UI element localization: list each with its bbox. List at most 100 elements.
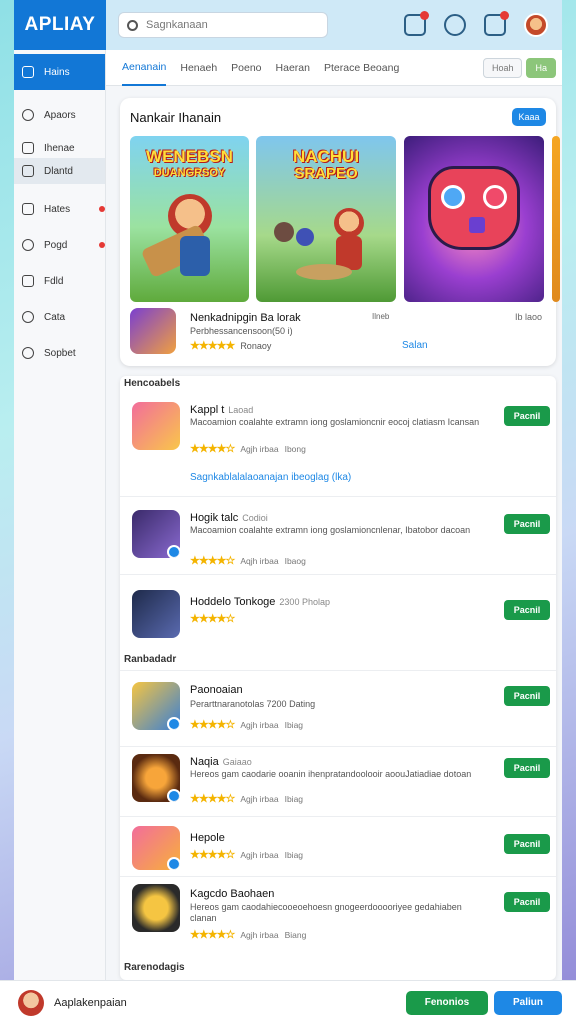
clock-icon	[22, 239, 34, 251]
featured-banner-2[interactable]: NACHUI SRAPEO	[256, 136, 396, 302]
platform-image	[296, 264, 352, 280]
featured-game-icon[interactable]	[130, 308, 176, 354]
support-icon	[22, 347, 34, 359]
app-name: Naqia Gaiaao	[190, 756, 252, 768]
tab-bar: Aenanain Henaeh Poeno Haeran Pterace Beo…	[106, 50, 562, 86]
section-heading: Ranbadadr	[124, 654, 177, 665]
sidebar-item-label: Apaors	[44, 109, 76, 121]
sidebar-item-support[interactable]: Sopbet	[14, 340, 105, 366]
sidebar-item-games[interactable]: Hates	[14, 196, 105, 222]
sidebar-item-globe[interactable]: Cata	[14, 304, 105, 330]
get-button[interactable]: Pacnil	[504, 758, 550, 778]
featured-button[interactable]: Kaaa	[512, 108, 546, 126]
get-button[interactable]: Pacnil	[504, 834, 550, 854]
get-button[interactable]: Pacnil	[504, 406, 550, 426]
help-icon[interactable]	[444, 14, 466, 36]
character-image	[274, 222, 294, 242]
app-icon	[132, 826, 180, 870]
sidebar-item-label: Hates	[44, 203, 71, 215]
app-name: Kappl t Laoad	[190, 404, 254, 416]
character-image	[296, 228, 314, 246]
more-link[interactable]: Sagnkablalalaoanajan ibeoglag (lka)	[190, 472, 351, 483]
gamepad-image	[428, 166, 520, 250]
sidebar-item-grid[interactable]: Dlantd	[14, 158, 105, 184]
app-description: Macoamion coalahte extramn iong goslamio…	[190, 525, 471, 535]
app-icon	[132, 682, 180, 730]
character-image	[334, 208, 364, 238]
sidebar-item-folder[interactable]: Fdld	[14, 268, 105, 294]
get-button[interactable]: Pacnil	[504, 514, 550, 534]
featured-game-name[interactable]: Nenkadnipgin Ba lorak	[190, 312, 301, 324]
featured-banner-4[interactable]	[552, 136, 560, 302]
app-description: Hereos gam caodahiecooeoehoesn gnogeerdo…	[190, 902, 462, 923]
app-description: Macoamion coalahte extramn iong goslamio…	[190, 417, 480, 427]
sidebar-item-list[interactable]: Ihenae	[14, 138, 105, 158]
divider	[120, 496, 556, 497]
tab-5[interactable]: Pterace Beoang	[324, 62, 399, 74]
filter-button[interactable]: Hoah	[482, 57, 523, 78]
rating-text: Ronaoy	[240, 341, 272, 351]
featured-banner-1[interactable]: WENEBSN DUANGRSOY	[130, 136, 249, 302]
avatar[interactable]	[524, 13, 548, 37]
get-button[interactable]: Pacnil	[504, 600, 550, 620]
sidebar-item-label: Cata	[44, 311, 66, 323]
app-name: Hoddelo Tonkoge 2300 Pholap	[190, 596, 330, 608]
notification-dot	[99, 206, 105, 212]
app-logo[interactable]: APLIAY	[14, 0, 106, 50]
sidebar: Hains Apaors Ihenae Dlantd Hates Pogd Fd…	[14, 50, 106, 980]
tab-2[interactable]: Henaeh	[180, 62, 217, 74]
sidebar-item-label: Hains	[44, 66, 70, 78]
divider	[120, 816, 556, 817]
tab-3[interactable]: Poeno	[231, 62, 261, 74]
footer-blue-button[interactable]: Paliun	[494, 990, 562, 1015]
sidebar-item-apps[interactable]: Apaors	[14, 102, 105, 128]
apps-icon	[22, 109, 34, 121]
verified-icon	[167, 789, 180, 802]
character-body-image	[180, 236, 210, 276]
tab-featured[interactable]: Aenanain	[122, 50, 167, 86]
divider	[120, 876, 556, 877]
featured-banner-3[interactable]	[404, 136, 544, 302]
notification-dot	[500, 11, 509, 20]
get-button[interactable]: Pacnil	[504, 686, 550, 706]
cart-icon[interactable]	[484, 11, 509, 36]
user-avatar[interactable]	[18, 989, 44, 1016]
save-link[interactable]: Salan	[402, 340, 428, 351]
app-description: Perarttnaranotolas 7200 Dating	[190, 699, 316, 709]
rating-stars: ★★★★☆ Aqjh irbaa Ibaog	[190, 555, 306, 567]
rating-stars: ★★★★☆ Agjh irbaa Ibiag	[190, 719, 304, 731]
top-bar: APLIAY Sagnkanaan	[14, 0, 562, 50]
tab-4[interactable]: Haeran	[276, 62, 310, 74]
app-list: Hencoabels Kappl t Laoad Macoamion coalah…	[120, 376, 556, 980]
app-name: Kagcdo Baohaen	[190, 888, 275, 900]
rating-stars: ★★★★☆ Agjh irbaa Ibong	[190, 443, 306, 455]
list-icon	[22, 142, 34, 154]
app-name: Hogik talc Codioi	[190, 512, 268, 524]
games-icon	[22, 203, 34, 215]
search-input[interactable]: Sagnkanaan	[118, 12, 328, 38]
search-icon	[127, 19, 138, 31]
search-placeholder: Sagnkanaan	[146, 19, 208, 31]
notification-dot	[99, 242, 105, 248]
divider	[120, 670, 556, 671]
app-icon	[132, 754, 180, 802]
gamepad-button	[483, 185, 507, 209]
folder-icon	[22, 275, 34, 287]
sidebar-item-home[interactable]: Hains	[14, 54, 105, 90]
featured-card: Nankair Ihanain Kaaa WENEBSN DUANGRSOY N…	[120, 98, 560, 366]
app-icon	[132, 590, 180, 638]
app-icon	[132, 510, 180, 558]
app-icon	[132, 402, 180, 450]
get-button[interactable]: Pacnil	[504, 892, 550, 912]
rating-stars: ★★★★☆ Agjh irbaa Biang	[190, 929, 307, 941]
home-icon	[22, 66, 34, 78]
rating-stars: ★★★★☆	[190, 613, 235, 625]
footer-green-button[interactable]: Fenonios	[406, 990, 488, 1015]
mail-icon[interactable]	[404, 11, 429, 36]
app-description: Hereos gam caodarie ooanin ihenpratandoo…	[190, 769, 472, 779]
sidebar-item-history[interactable]: Pogd	[14, 232, 105, 258]
dpad-image	[469, 217, 485, 233]
verified-icon	[167, 857, 180, 870]
add-button[interactable]: Ha	[526, 57, 556, 78]
app-name: Paonoaian	[190, 684, 243, 696]
